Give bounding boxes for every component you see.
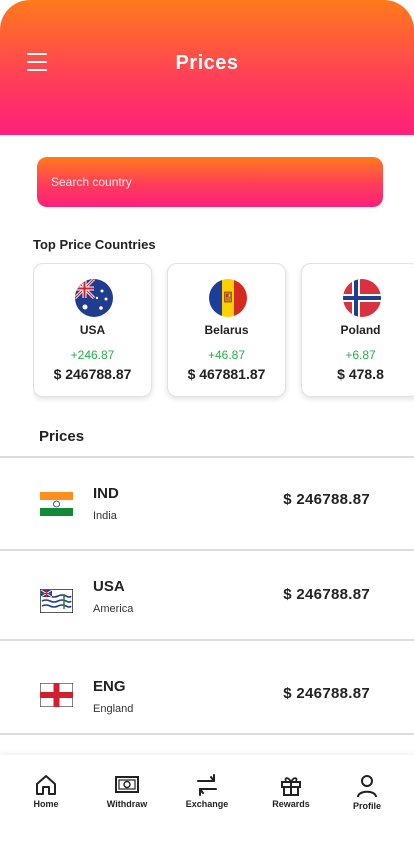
- price-row[interactable]: IND India $ 246788.87: [0, 458, 414, 548]
- nav-withdraw[interactable]: Withdraw: [87, 773, 167, 809]
- nav-profile[interactable]: Profile: [327, 773, 407, 811]
- country-name: Belarus: [204, 323, 249, 337]
- prices-section-title: Prices: [39, 428, 85, 445]
- country-code: USA: [93, 578, 125, 595]
- banknote-icon: [115, 776, 139, 793]
- nav-rewards[interactable]: Rewards: [251, 773, 331, 809]
- england-flag-icon: [40, 683, 73, 707]
- country-name: Poland: [340, 323, 381, 337]
- country-card[interactable]: USA +246.87 $ 246788.87: [33, 263, 152, 397]
- country-name: USA: [79, 323, 106, 337]
- country-card[interactable]: Poland +6.87 $ 478.8: [301, 263, 414, 397]
- nav-label: Rewards: [272, 799, 310, 809]
- nav-label: Withdraw: [106, 799, 148, 809]
- user-icon: [357, 775, 377, 798]
- nav-label: Profile: [352, 801, 381, 811]
- country-name: America: [93, 603, 134, 615]
- search-input[interactable]: [37, 157, 383, 207]
- country-price: $ 246788.87: [53, 366, 132, 382]
- top-countries-title: Top Price Countries: [33, 237, 156, 252]
- nav-label: Home: [33, 799, 59, 809]
- price-change: +46.87: [207, 348, 246, 362]
- andorra-flag-icon: [209, 279, 247, 317]
- price-amount: $ 246788.87: [283, 491, 370, 508]
- australia-flag-icon: [75, 279, 113, 317]
- price-change: +246.87: [70, 348, 115, 362]
- country-code: ENG: [93, 678, 126, 695]
- price-row[interactable]: ENG England $ 246788.87: [0, 641, 414, 731]
- price-change: +6.87: [345, 348, 376, 362]
- british-indian-ocean-flag-icon: [40, 589, 73, 613]
- exchange-arrows-icon: [197, 774, 217, 796]
- nav-label: Exchange: [185, 799, 229, 809]
- gift-icon: [281, 777, 301, 796]
- home-icon: [36, 775, 56, 795]
- price-amount: $ 246788.87: [283, 586, 370, 603]
- india-flag-icon: [40, 492, 73, 516]
- country-code: IND: [93, 485, 119, 502]
- country-price: $ 467881.87: [187, 366, 266, 382]
- country-price: $ 478.8: [337, 366, 384, 382]
- country-name: England: [93, 703, 134, 715]
- country-name: India: [93, 510, 117, 522]
- app-header: Prices: [0, 0, 414, 135]
- top-countries-carousel[interactable]: USA +246.87 $ 246788.87 Belarus +46.87 $…: [33, 263, 414, 403]
- nav-exchange[interactable]: Exchange: [167, 773, 247, 809]
- norway-flag-icon: [343, 279, 381, 317]
- bottom-navigation: Home Withdraw Exchange Rewards Profile: [0, 755, 414, 851]
- divider: [0, 733, 414, 735]
- price-row[interactable]: USA America $ 246788.87: [0, 551, 414, 641]
- page-title: Prices: [175, 52, 239, 74]
- price-amount: $ 246788.87: [283, 685, 370, 702]
- nav-home[interactable]: Home: [6, 773, 86, 809]
- country-card[interactable]: Belarus +46.87 $ 467881.87: [167, 263, 286, 397]
